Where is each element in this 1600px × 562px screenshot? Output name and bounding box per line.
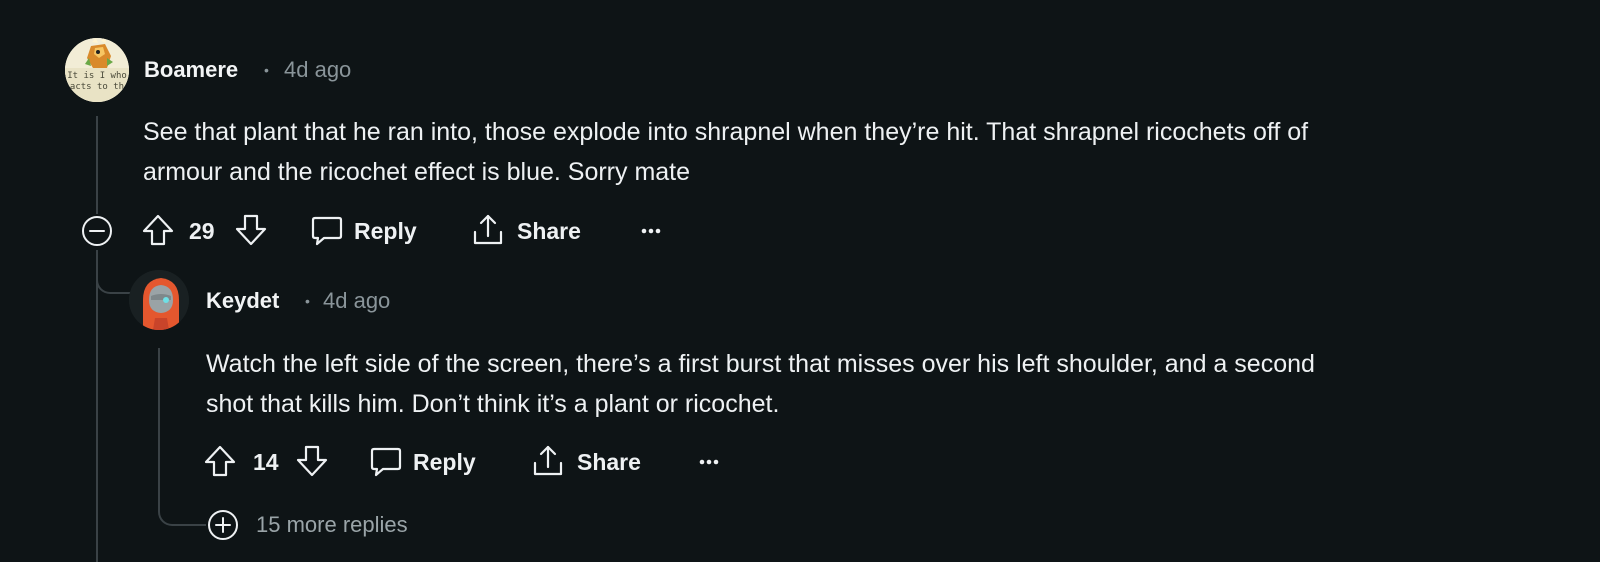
comment-body: Watch the left side of the screen, there… bbox=[206, 344, 1566, 424]
avatar-character-icon bbox=[129, 270, 189, 330]
thread-line-reply bbox=[158, 348, 160, 458]
meta-separator: • bbox=[305, 293, 310, 309]
share-icon bbox=[533, 445, 563, 476]
thread-connector-reply bbox=[96, 250, 132, 294]
more-replies-button[interactable]: 15 more replies bbox=[206, 508, 446, 542]
comment-body-line: See that plant that he ran into, those e… bbox=[143, 118, 1309, 146]
downvote-button[interactable] bbox=[295, 443, 329, 479]
share-icon bbox=[473, 214, 503, 245]
arrow-up-icon bbox=[142, 214, 174, 246]
arrow-up-icon bbox=[204, 445, 236, 477]
reply-label: Reply bbox=[413, 449, 476, 475]
speech-bubble-icon bbox=[311, 216, 343, 246]
avatar-boamere[interactable]: It is I who acts to th bbox=[65, 38, 129, 102]
meta-separator: • bbox=[264, 62, 269, 78]
more-replies-label: 15 more replies bbox=[256, 512, 408, 537]
comment-body-line: armour and the ricochet effect is blue. … bbox=[143, 158, 691, 186]
reply-button[interactable]: Reply bbox=[369, 443, 489, 481]
downvote-button[interactable] bbox=[234, 212, 268, 248]
share-button[interactable]: Share bbox=[531, 443, 651, 481]
avatar-keydet[interactable] bbox=[129, 270, 189, 330]
plus-circle-icon bbox=[208, 510, 238, 540]
speech-bubble-icon bbox=[370, 447, 402, 477]
more-options-button[interactable] bbox=[636, 216, 668, 246]
author-name[interactable]: Keydet bbox=[206, 288, 279, 314]
reply-label: Reply bbox=[354, 218, 417, 244]
comment-body-line: Watch the left side of the screen, there… bbox=[206, 350, 1315, 378]
thread-line-main-lower bbox=[96, 250, 98, 562]
share-button[interactable]: Share bbox=[471, 212, 591, 250]
share-label: Share bbox=[577, 449, 641, 475]
arrow-down-icon bbox=[235, 214, 267, 246]
avatar-caption: It is I who acts to th bbox=[67, 71, 127, 92]
vote-count: 14 bbox=[253, 449, 279, 475]
minus-circle-icon bbox=[82, 216, 112, 246]
ellipsis-icon bbox=[641, 228, 661, 234]
reply-button[interactable]: Reply bbox=[310, 212, 430, 250]
comment-body: See that plant that he ran into, those e… bbox=[143, 112, 1563, 192]
share-label: Share bbox=[517, 218, 581, 244]
vote-count: 29 bbox=[189, 218, 215, 244]
upvote-button[interactable] bbox=[141, 212, 175, 248]
thread-line-main bbox=[96, 116, 98, 216]
comment-body-line: shot that kills him. Don’t think it’s a … bbox=[206, 390, 780, 418]
author-name[interactable]: Boamere bbox=[144, 57, 238, 83]
arrow-down-icon bbox=[296, 445, 328, 477]
ellipsis-icon bbox=[699, 459, 719, 465]
upvote-button[interactable] bbox=[203, 443, 237, 479]
comment-timestamp[interactable]: 4d ago bbox=[284, 57, 351, 83]
comment-timestamp[interactable]: 4d ago bbox=[323, 288, 390, 314]
more-options-button[interactable] bbox=[694, 447, 726, 477]
expand-button[interactable] bbox=[206, 508, 240, 542]
collapse-button[interactable] bbox=[80, 214, 114, 248]
